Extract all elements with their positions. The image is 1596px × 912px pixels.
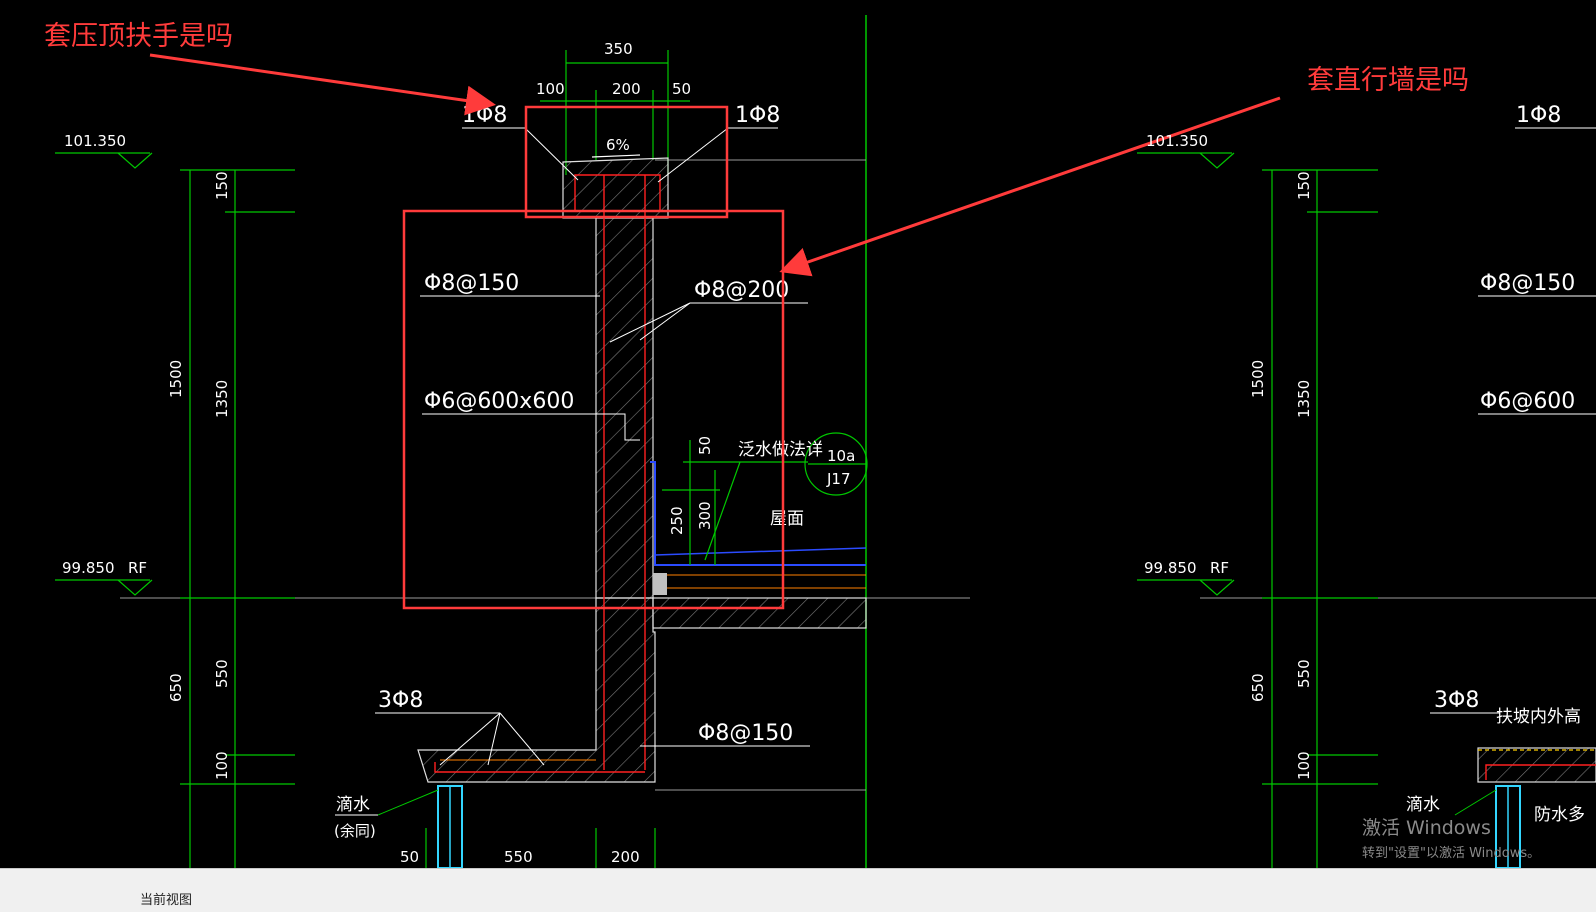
right-rebar-bottom: 3Φ8	[1434, 688, 1479, 713]
dim-200-bottom: 200	[611, 848, 640, 866]
dim-100-right: 100	[1295, 751, 1313, 780]
right-rebar-top: 1Φ8	[1516, 103, 1561, 128]
dim-150-right: 150	[1295, 171, 1313, 200]
dim-50-top: 50	[672, 80, 691, 98]
dim-1350-left: 1350	[213, 380, 231, 418]
right-drip-label: 滴水	[1406, 795, 1440, 815]
dim-300-flash: 300	[696, 501, 714, 530]
activation-watermark-sub: 转到"设置"以激活 Windows。	[1362, 846, 1540, 861]
rebar-label-top-left: 1Φ8	[462, 103, 507, 128]
status-text: 当前视图	[140, 893, 193, 908]
right-waterproof-note: 防水多	[1534, 805, 1585, 825]
dim-200-top: 200	[612, 80, 641, 98]
rf-label-left: RF	[128, 559, 147, 577]
dim-550-bottom: 550	[504, 848, 533, 866]
detail-number: 10a	[827, 447, 855, 465]
dim-100-left: 100	[213, 751, 231, 780]
slope-label: 6%	[606, 136, 630, 154]
rebar-label-150b: Φ8@150	[698, 721, 793, 746]
rebar-label-200: Φ8@200	[694, 278, 789, 303]
rebar-label-bottom: 3Φ8	[378, 688, 423, 713]
rebar-label-600: Φ6@600x600	[424, 389, 574, 414]
right-section-partial	[1430, 127, 1596, 869]
left-arrow	[149, 53, 496, 116]
right-rebar-600: Φ6@600	[1480, 389, 1575, 414]
status-bar: 当前视图	[0, 868, 1596, 912]
dim-100-top: 100	[536, 80, 565, 98]
dim-50-flash: 50	[696, 436, 714, 455]
right-slope-note: 扶坡内外高	[1496, 707, 1581, 727]
left-annotation: 套压顶扶手是吗	[44, 21, 233, 52]
right-arrow	[779, 96, 1281, 277]
cad-canvas[interactable]: 101.350 99.850 RF 150 1500 1350 650 550 …	[0, 0, 1596, 911]
drip-leader-green	[377, 789, 439, 816]
dim-150-left: 150	[213, 171, 231, 200]
elev-top-left: 101.350	[64, 132, 126, 150]
dim-50-bottom: 50	[400, 848, 419, 866]
dim-1350-right: 1350	[1295, 380, 1313, 418]
dim-550-left: 550	[213, 659, 231, 688]
rebar-label-top-right: 1Φ8	[735, 103, 780, 128]
dim-650-right: 650	[1249, 673, 1267, 702]
cad-drawing: 101.350 99.850 RF 150 1500 1350 650 550 …	[44, 15, 1596, 869]
drip-label: 滴水	[336, 795, 370, 815]
dim-1500-right: 1500	[1249, 360, 1267, 398]
roof-label: 屋面	[770, 509, 804, 529]
elev-rf-left: 99.850	[62, 559, 115, 577]
dim-1500-left: 1500	[167, 360, 185, 398]
dim-250-flash: 250	[668, 506, 686, 535]
detail-sheet: J17	[826, 470, 851, 488]
dim-350: 350	[604, 40, 633, 58]
elev-top-right: 101.350	[1146, 132, 1208, 150]
activation-watermark: 激活 Windows	[1362, 817, 1491, 839]
right-dimension-chain	[1137, 152, 1378, 868]
right-annotation: 套直行墙是吗	[1307, 65, 1469, 96]
dim-550-right: 550	[1295, 659, 1313, 688]
dim-650-left: 650	[167, 673, 185, 702]
flashing-note: 泛水做法详	[738, 440, 823, 460]
rebar-label-150: Φ8@150	[424, 271, 519, 296]
left-dimension-chain	[55, 152, 295, 868]
elev-rf-right: 99.850	[1144, 559, 1197, 577]
rf-label-right: RF	[1210, 559, 1229, 577]
right-rebar-150: Φ8@150	[1480, 271, 1575, 296]
drip-sub-label: (余同)	[334, 822, 376, 840]
